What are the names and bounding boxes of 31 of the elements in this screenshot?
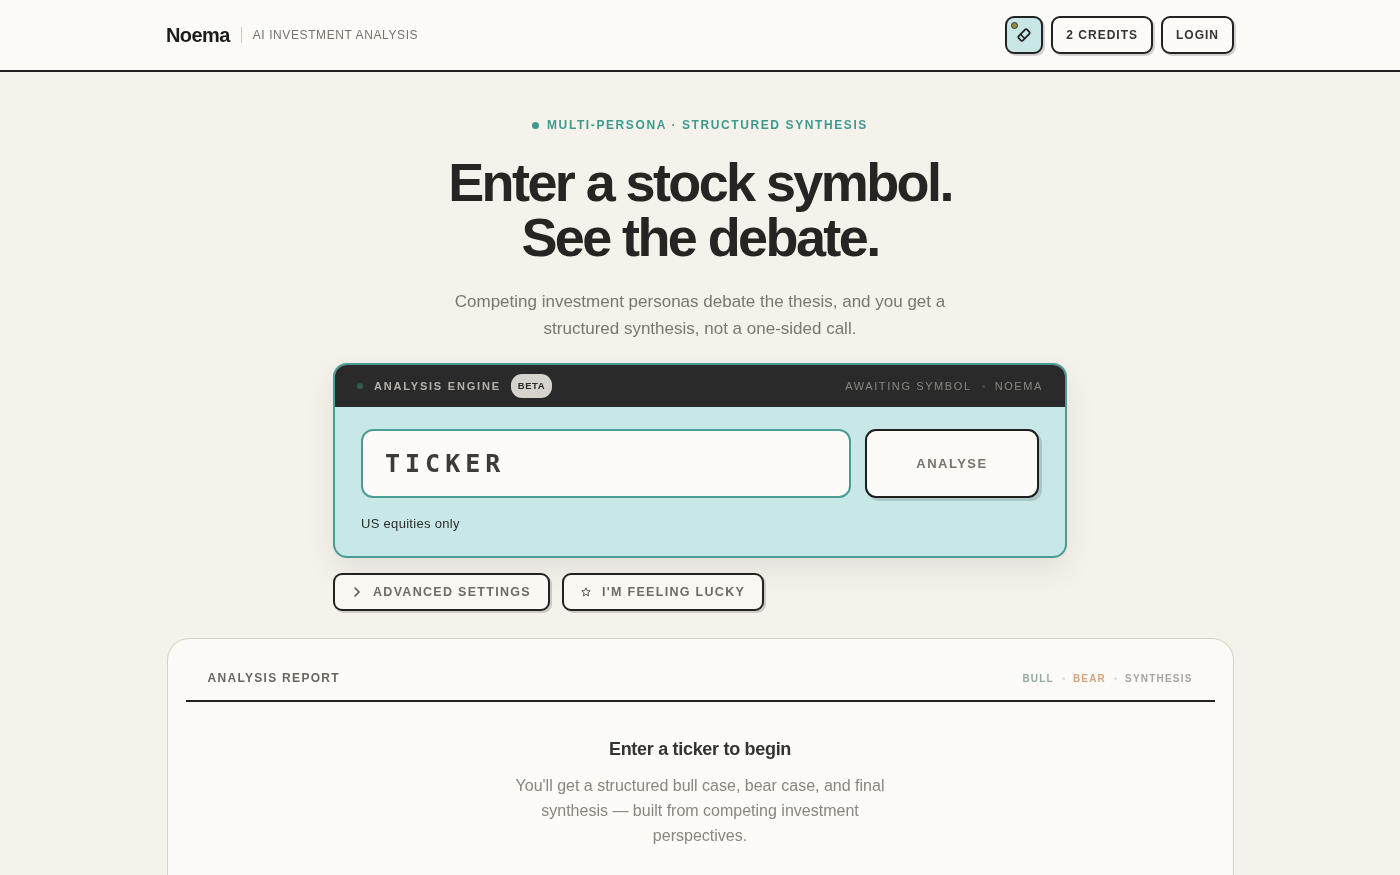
login-button[interactable]: LOGIN xyxy=(1161,16,1234,54)
status-dot-icon xyxy=(357,383,363,389)
eyebrow-text: MULTI-PERSONA · STRUCTURED SYNTHESIS xyxy=(547,117,868,134)
headline: Enter a stock symbol. xyxy=(448,155,952,210)
beta-badge: BETA xyxy=(510,373,552,399)
status-dot-icon xyxy=(532,121,539,129)
subtitle: Competing investment personas debate the thesis, and you get a structured synthesis, not a one-sided call. xyxy=(453,291,947,340)
status-text: AWAITING SYMBOL xyxy=(845,378,972,394)
lucky-button[interactable]: I'M FEELING LUCKY xyxy=(562,573,765,611)
legend-label: BULL xyxy=(1022,671,1054,686)
eraser-button[interactable] xyxy=(1005,16,1044,54)
empty-state-title: Enter a ticker to begin xyxy=(608,738,792,761)
chevron-icon xyxy=(352,587,362,597)
star-icon xyxy=(581,587,591,597)
separator-dot-icon xyxy=(981,384,985,388)
panel-title: ANALYSIS ENGINE xyxy=(374,378,501,394)
legend-label: SYNTHESIS xyxy=(1125,671,1193,686)
tagline: AI INVESTMENT ANALYSIS xyxy=(252,27,419,44)
status-text: NOEMA xyxy=(994,378,1043,394)
ticker-input[interactable]: TICKER xyxy=(361,429,851,498)
settings-button[interactable]: ADVANCED SETTINGS xyxy=(333,573,550,611)
logo[interactable]: Noema xyxy=(166,20,230,50)
hint-text: US equities only xyxy=(361,515,460,532)
analyse-button[interactable]: ANALYSE xyxy=(865,429,1039,498)
separator-dot-icon xyxy=(1114,676,1117,680)
credits-button[interactable]: 2 CREDITS xyxy=(1051,16,1153,54)
eraser-icon xyxy=(1015,26,1034,44)
empty-state-text: You'll get a structured bull case, bear case, and final synthesis — built from competing investment perspectives. xyxy=(514,776,886,846)
report-title: ANALYSIS REPORT xyxy=(207,670,340,687)
notification-dot-icon xyxy=(1011,22,1019,29)
legend-label: BEAR xyxy=(1072,671,1106,686)
